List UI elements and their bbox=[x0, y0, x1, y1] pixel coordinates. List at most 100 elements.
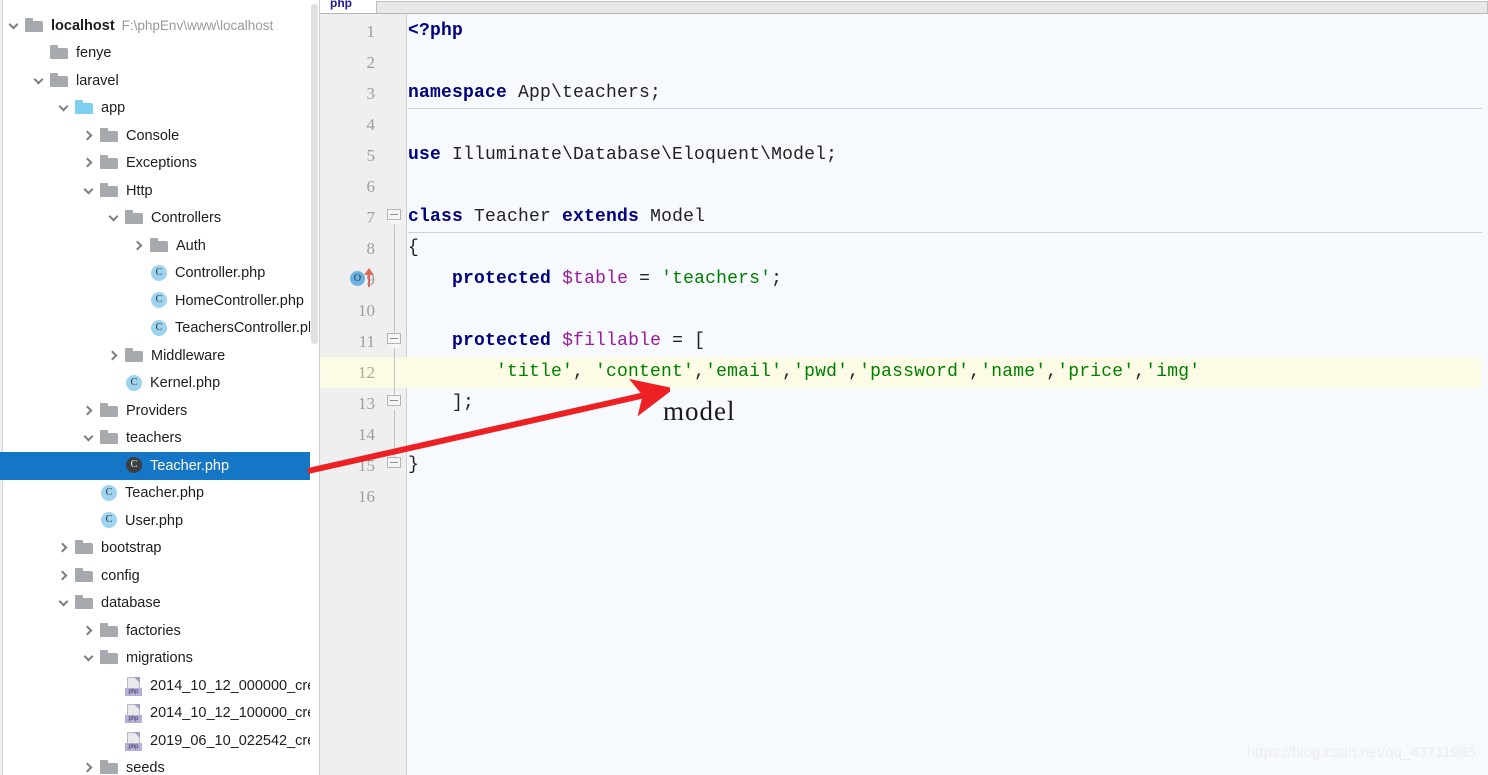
code-token: Illuminate\Database\Eloquent\Model; bbox=[441, 145, 838, 165]
php-class-glyph: C bbox=[155, 294, 163, 306]
editor-code-area[interactable]: 1 <?php 2 3 namespace App\teachers; 4 5 use Ill… bbox=[320, 14, 1488, 775]
code-line[interactable]: protected $fillable = [ bbox=[408, 326, 705, 357]
code-token: } bbox=[408, 455, 420, 475]
code-line[interactable]: class Teacher extends Model bbox=[408, 202, 705, 233]
php-file-badge: php bbox=[125, 687, 142, 696]
php-class-glyph: C bbox=[155, 266, 163, 278]
tree-item-controllers[interactable]: Controllers bbox=[0, 205, 319, 233]
chevron-right-icon[interactable] bbox=[106, 347, 124, 365]
tree-item-app[interactable]: app bbox=[0, 95, 319, 123]
chevron-down-icon[interactable] bbox=[56, 99, 74, 117]
chevron-glyph bbox=[107, 350, 118, 361]
code-line[interactable]: <?php bbox=[408, 16, 463, 47]
tree-item-label: config bbox=[101, 567, 140, 584]
fold-tip bbox=[388, 389, 402, 395]
tree-item-kernel-php[interactable]: C Kernel.php bbox=[0, 370, 319, 398]
php-class-glyph: C bbox=[130, 459, 138, 471]
chevron-right-icon[interactable] bbox=[56, 539, 74, 557]
tree-item-database[interactable]: database bbox=[0, 590, 319, 618]
chevron-right-icon[interactable] bbox=[131, 237, 149, 255]
tree-item-controller-php[interactable]: C Controller.php bbox=[0, 260, 319, 288]
tree-item-auth[interactable]: Auth bbox=[0, 232, 319, 260]
tree-item-label: Http bbox=[126, 182, 153, 199]
tree-item-migrations[interactable]: migrations bbox=[0, 645, 319, 673]
chevron-down-icon[interactable] bbox=[31, 72, 49, 90]
fold-tip bbox=[388, 344, 402, 350]
chevron-glyph bbox=[82, 405, 93, 416]
tree-item-homecontroller-php[interactable]: C HomeController.php bbox=[0, 287, 319, 315]
chevron-right-icon[interactable] bbox=[81, 402, 99, 420]
tree-item-bootstrap[interactable]: bootstrap bbox=[0, 535, 319, 563]
chevron-down-icon[interactable] bbox=[6, 17, 24, 35]
chevron-down-icon[interactable] bbox=[81, 429, 99, 447]
chevron-right-icon[interactable] bbox=[81, 127, 99, 145]
tree-item-teacherscontroller-php[interactable]: C TeachersController.php bbox=[0, 315, 319, 343]
chevron-right-icon[interactable] bbox=[56, 567, 74, 585]
tree-item-middleware[interactable]: Middleware bbox=[0, 342, 319, 370]
code-token: $fillable bbox=[562, 331, 662, 351]
tree-item-label: Teacher.php bbox=[125, 485, 205, 502]
tree-item-2014-10-12-100000-crea[interactable]: php 2014_10_12_100000_crea bbox=[0, 700, 319, 728]
tree-item-localhost[interactable]: localhost F:\phpEnv\www\localhost bbox=[0, 12, 319, 40]
code-token: protected bbox=[452, 269, 552, 289]
line-number: 4 bbox=[366, 115, 376, 134]
code-fold-toggle-icon[interactable] bbox=[387, 451, 403, 473]
tree-item-teacher-php[interactable]: C Teacher.php bbox=[0, 452, 319, 480]
chevron-down-icon[interactable] bbox=[81, 649, 99, 667]
folder-icon bbox=[100, 650, 119, 666]
chevron-down-icon[interactable] bbox=[106, 209, 124, 227]
tree-item-exceptions[interactable]: Exceptions bbox=[0, 150, 319, 178]
tree-item-label: teachers bbox=[126, 430, 182, 447]
code-line[interactable]: namespace App\teachers; bbox=[408, 78, 661, 109]
code-line[interactable]: { bbox=[408, 233, 419, 264]
chevron-right-icon[interactable] bbox=[81, 759, 99, 775]
chevron-glyph bbox=[8, 19, 19, 30]
tree-item-console[interactable]: Console bbox=[0, 122, 319, 150]
chevron-down-icon[interactable] bbox=[56, 594, 74, 612]
chevron-right-icon[interactable] bbox=[81, 154, 99, 172]
tree-item-providers[interactable]: Providers bbox=[0, 397, 319, 425]
tree-item-factories[interactable]: factories bbox=[0, 617, 319, 645]
project-tree-list[interactable]: localhost F:\phpEnv\www\localhost fenye lar… bbox=[0, 12, 319, 775]
tree-item-config[interactable]: config bbox=[0, 562, 319, 590]
override-glyph: O bbox=[350, 271, 365, 286]
line-number: 7 bbox=[366, 208, 376, 227]
tree-item-laravel[interactable]: laravel bbox=[0, 67, 319, 95]
code-fold-toggle-icon[interactable] bbox=[387, 333, 403, 350]
code-fold-toggle-icon[interactable] bbox=[387, 389, 403, 411]
fold-guide-line bbox=[394, 410, 395, 457]
code-editor[interactable]: 1 <?php 2 3 namespace App\teachers; 4 5 use Ill… bbox=[320, 14, 1488, 775]
code-fold-toggle-icon[interactable] bbox=[387, 209, 403, 226]
chevron-down-icon[interactable] bbox=[81, 182, 99, 200]
chevron-right-icon[interactable] bbox=[81, 622, 99, 640]
code-line[interactable]: ]; bbox=[408, 388, 474, 419]
tree-item-2014-10-12-000000-crea[interactable]: php 2014_10_12_000000_crea bbox=[0, 672, 319, 700]
editor-scrollbar[interactable] bbox=[1482, 28, 1488, 775]
tree-item-teacher-php[interactable]: C Teacher.php bbox=[0, 480, 319, 508]
override-method-icon[interactable]: O bbox=[350, 268, 380, 290]
code-token: namespace bbox=[408, 83, 508, 103]
tree-scrollbar[interactable] bbox=[310, 0, 319, 775]
php-file-icon: php bbox=[125, 731, 144, 751]
tree-item-fenye[interactable]: fenye bbox=[0, 40, 319, 68]
tree-item-seeds[interactable]: seeds bbox=[0, 755, 319, 775]
code-line[interactable]: 'title', 'content','email','pwd','passwo… bbox=[408, 357, 1200, 388]
tree-item-label: migrations bbox=[126, 650, 193, 667]
tree-item-2019-06-10-022542-crea[interactable]: php 2019_06_10_022542_crea bbox=[0, 727, 319, 755]
folder-icon bbox=[75, 595, 94, 611]
php-class-glyph: C bbox=[105, 514, 113, 526]
chevron-glyph bbox=[33, 74, 44, 85]
code-line[interactable]: protected $table = 'teachers'; bbox=[408, 264, 782, 295]
tree-item-http[interactable]: Http bbox=[0, 177, 319, 205]
tree-item-teachers[interactable]: teachers bbox=[0, 425, 319, 453]
php-file-corner bbox=[134, 676, 140, 683]
tab-teacher-php[interactable]: php bbox=[320, 0, 362, 13]
code-line[interactable]: use Illuminate\Database\Eloquent\Model; bbox=[408, 140, 837, 171]
code-line[interactable]: } bbox=[408, 450, 419, 481]
line-number: 8 bbox=[366, 239, 376, 258]
tree-item-user-php[interactable]: C User.php bbox=[0, 507, 319, 535]
code-token: 'img' bbox=[1145, 362, 1201, 382]
fold-guide-line bbox=[394, 224, 395, 333]
code-token: extends bbox=[562, 207, 640, 227]
tree-scrollbar-thumb[interactable] bbox=[311, 4, 318, 344]
